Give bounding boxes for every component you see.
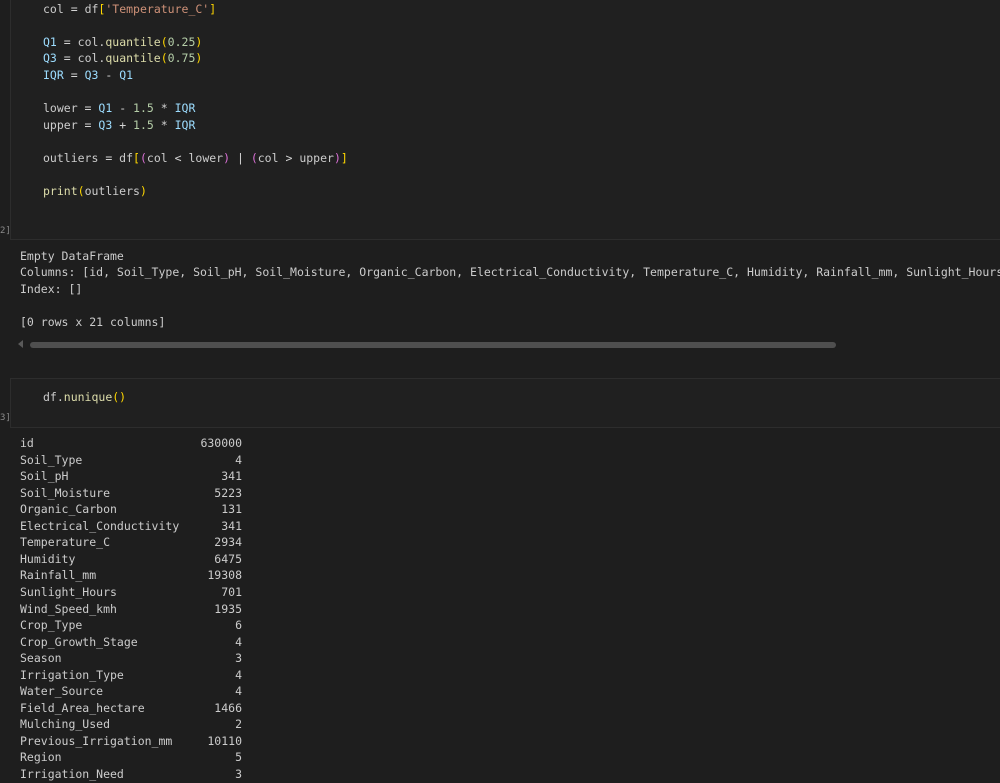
series-row: Season 3 bbox=[20, 650, 242, 667]
output-line: Empty DataFrame bbox=[20, 249, 124, 263]
code-line[interactable]: print(outliers) bbox=[43, 183, 147, 199]
series-row: Previous_Irrigation_mm 10110 bbox=[20, 733, 242, 750]
series-row: Crop_Growth_Stage 4 bbox=[20, 634, 242, 651]
code-cell-2[interactable]: df.nunique() bbox=[10, 378, 1000, 428]
series-value: 6475 bbox=[214, 551, 242, 566]
code-line[interactable]: col = df['Temperature_C'] bbox=[43, 1, 216, 17]
code-cell-1[interactable]: col = df['Temperature_C'] Q1 = col.quant… bbox=[10, 0, 1000, 240]
series-row: Water_Source 4 bbox=[20, 683, 242, 700]
output-line: Columns: [id, Soil_Type, Soil_pH, Soil_M… bbox=[20, 265, 1000, 279]
series-row: Irrigation_Need 3 bbox=[20, 766, 242, 783]
series-value: 701 bbox=[221, 584, 242, 599]
series-index-label: Season bbox=[20, 651, 62, 666]
series-row: Wind_Speed_kmh 1935 bbox=[20, 601, 242, 618]
series-value: 341 bbox=[221, 518, 242, 533]
series-value: 5223 bbox=[214, 485, 242, 500]
series-row: Organic_Carbon 131 bbox=[20, 501, 242, 518]
series-value: 630000 bbox=[200, 436, 242, 450]
execution-count: 3] bbox=[0, 413, 11, 423]
series-value: 3 bbox=[235, 651, 242, 666]
code-line[interactable]: upper = Q3 + 1.5 * IQR bbox=[43, 117, 195, 133]
series-index-label: Region bbox=[20, 750, 62, 765]
series-value: 131 bbox=[221, 502, 242, 517]
series-index-label: Irrigation_Need bbox=[20, 767, 124, 781]
code-line[interactable]: lower = Q1 - 1.5 * IQR bbox=[43, 100, 195, 116]
series-index-label: Temperature_C bbox=[20, 535, 111, 550]
series-row: Soil_pH 341 bbox=[20, 468, 242, 485]
series-value: 4 bbox=[235, 634, 242, 649]
series-index-label: Soil_pH bbox=[20, 469, 69, 484]
series-index-label: Organic_Carbon bbox=[20, 502, 117, 517]
series-row: Irrigation_Type 4 bbox=[20, 667, 242, 684]
series-index-label: id bbox=[20, 436, 34, 450]
series-index-label: Irrigation_Type bbox=[20, 667, 124, 682]
series-value: 1466 bbox=[214, 700, 242, 715]
series-value: 4 bbox=[235, 667, 242, 682]
series-row: Soil_Moisture 5223 bbox=[20, 485, 242, 502]
series-row: Rainfall_mm 19308 bbox=[20, 567, 242, 584]
series-value: 6 bbox=[235, 618, 242, 633]
code-line[interactable]: outliers = df[(col < lower) | (col > upp… bbox=[43, 150, 348, 166]
series-row: Temperature_C 2934 bbox=[20, 534, 242, 551]
output-line: [0 rows x 21 columns] bbox=[20, 315, 166, 329]
code-line[interactable]: IQR = Q3 - Q1 bbox=[43, 67, 133, 83]
series-value: 2934 bbox=[214, 535, 242, 550]
series-row: id 630000 bbox=[20, 435, 242, 452]
execution-count: 2] bbox=[0, 226, 11, 236]
scrollbar-thumb[interactable] bbox=[30, 342, 836, 348]
series-value: 341 bbox=[221, 469, 242, 484]
series-index-label: Previous_Irrigation_mm bbox=[20, 733, 173, 748]
series-row: Field_Area_hectare 1466 bbox=[20, 700, 242, 717]
series-index-label: Electrical_Conductivity bbox=[20, 518, 180, 533]
series-row: Crop_Type 6 bbox=[20, 617, 242, 634]
series-index-label: Soil_Type bbox=[20, 452, 83, 467]
series-row: Mulching_Used 2 bbox=[20, 716, 242, 733]
series-value: 19308 bbox=[207, 568, 242, 583]
scroll-left-icon[interactable] bbox=[18, 340, 23, 348]
series-index-label: Humidity bbox=[20, 551, 76, 566]
output-line: Index: [] bbox=[20, 282, 83, 296]
series-index-label: Wind_Speed_kmh bbox=[20, 601, 117, 616]
series-value: 4 bbox=[235, 684, 242, 699]
series-value: 3 bbox=[235, 767, 242, 781]
code-line[interactable]: Q1 = col.quantile(0.25) bbox=[43, 34, 202, 50]
series-index-label: Rainfall_mm bbox=[20, 568, 97, 583]
series-index-label: Crop_Growth_Stage bbox=[20, 634, 138, 649]
series-row: Soil_Type 4 bbox=[20, 452, 242, 469]
series-row: Sunlight_Hours 701 bbox=[20, 584, 242, 601]
series-index-label: Mulching_Used bbox=[20, 717, 111, 732]
series-row: Electrical_Conductivity 341 bbox=[20, 518, 242, 535]
series-value: 2 bbox=[235, 717, 242, 732]
series-value: 5 bbox=[235, 750, 242, 765]
horizontal-scrollbar[interactable] bbox=[18, 340, 838, 349]
code-line[interactable]: Q3 = col.quantile(0.75) bbox=[43, 50, 202, 66]
code-line[interactable]: df.nunique() bbox=[43, 389, 126, 405]
series-index-label: Field_Area_hectare bbox=[20, 700, 145, 715]
series-row: Region 5 bbox=[20, 749, 242, 766]
series-index-label: Crop_Type bbox=[20, 618, 83, 633]
series-index-label: Water_Source bbox=[20, 684, 104, 699]
series-row: Humidity 6475 bbox=[20, 551, 242, 568]
series-index-label: Sunlight_Hours bbox=[20, 584, 117, 599]
series-value: 4 bbox=[235, 452, 242, 467]
series-value: 1935 bbox=[214, 601, 242, 616]
series-value: 10110 bbox=[207, 733, 242, 748]
series-index-label: Soil_Moisture bbox=[20, 485, 111, 500]
